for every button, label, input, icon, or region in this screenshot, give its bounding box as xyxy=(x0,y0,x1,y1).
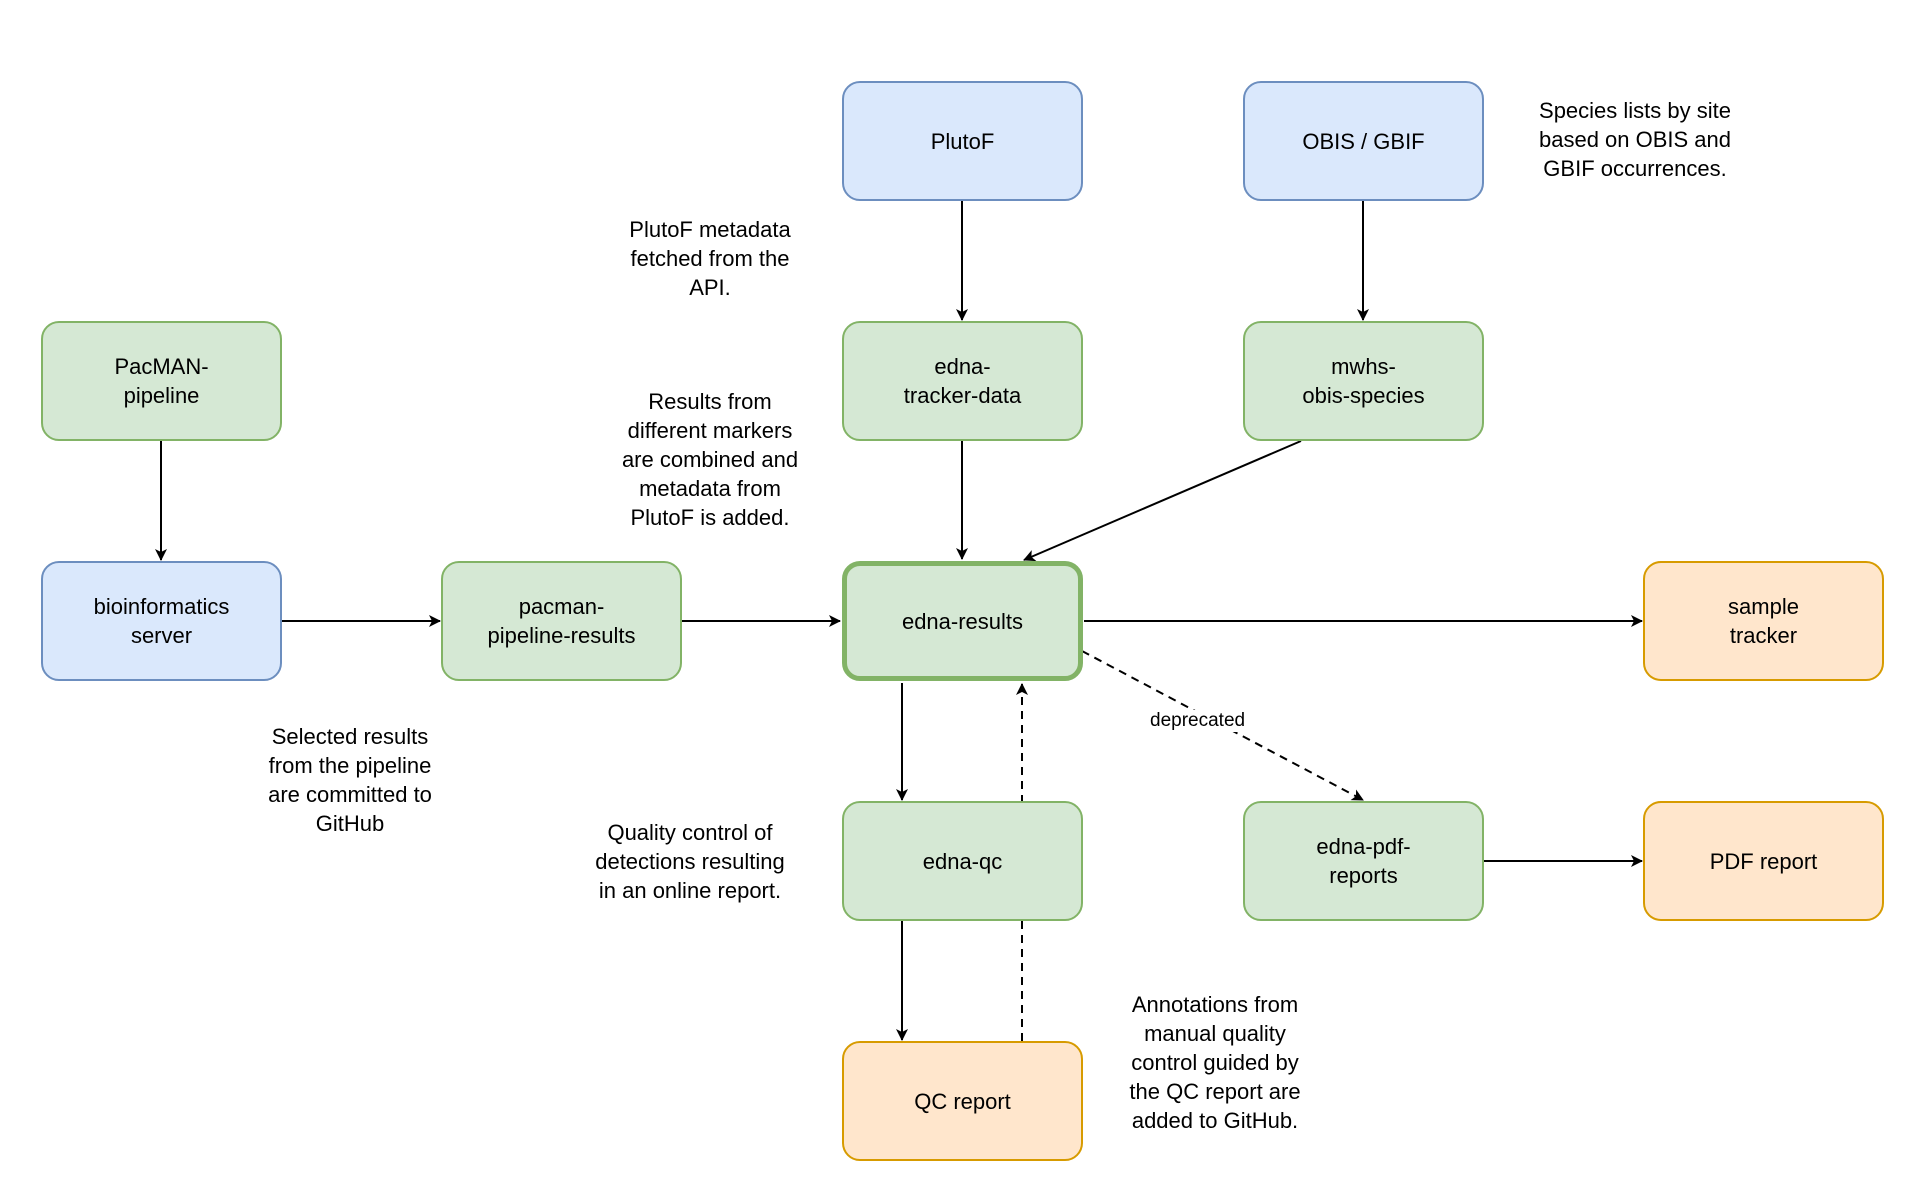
node-edna-tracker-data[interactable]: edna- tracker-data xyxy=(842,321,1083,441)
node-label: edna-qc xyxy=(922,848,1003,874)
node-pacman-pipeline-results[interactable]: pacman- pipeline-results xyxy=(441,561,682,681)
note-quality-control: Quality control of detections resulting … xyxy=(595,820,785,903)
node-edna-pdf-reports[interactable]: edna-pdf- reports xyxy=(1243,801,1484,921)
node-label: PlutoF xyxy=(930,128,995,154)
node-label: sample tracker xyxy=(1728,594,1799,648)
node-mwhs-obis-species[interactable]: mwhs- obis-species xyxy=(1243,321,1484,441)
node-label: PacMAN- pipeline xyxy=(114,354,209,408)
node-edna-results[interactable]: edna-results xyxy=(842,561,1083,681)
node-label: edna-results xyxy=(901,608,1024,634)
node-label: edna-pdf- reports xyxy=(1316,834,1411,888)
node-label: QC report xyxy=(914,1088,1011,1114)
note-species-lists: Species lists by site based on OBIS and … xyxy=(1538,98,1732,181)
node-sample-tracker[interactable]: sample tracker xyxy=(1643,561,1884,681)
node-pdf-report[interactable]: PDF report xyxy=(1643,801,1884,921)
node-pacman-pipeline[interactable]: PacMAN- pipeline xyxy=(41,321,282,441)
note-selected-results: Selected results from the pipeline are c… xyxy=(268,724,432,836)
node-label: mwhs- obis-species xyxy=(1302,354,1425,408)
node-label: bioinformatics server xyxy=(93,594,230,648)
node-bioinformatics-server[interactable]: bioinformatics server xyxy=(41,561,282,681)
node-label: PDF report xyxy=(1709,848,1818,874)
edge-label-deprecated: deprecated xyxy=(1148,710,1248,732)
edge-mwhs-obis-species-to-edna-results xyxy=(1023,440,1302,562)
node-label: OBIS / GBIF xyxy=(1302,128,1425,154)
note-annotations: Annotations from manual quality control … xyxy=(1129,992,1301,1133)
node-plutof[interactable]: PlutoF xyxy=(842,81,1083,201)
node-edna-qc[interactable]: edna-qc xyxy=(842,801,1083,921)
node-label: pacman- pipeline-results xyxy=(487,594,636,648)
node-obis-gbif[interactable]: OBIS / GBIF xyxy=(1243,81,1484,201)
node-qc-report[interactable]: QC report xyxy=(842,1041,1083,1161)
note-results-combined: Results from different markers are combi… xyxy=(621,389,799,530)
node-label: edna- tracker-data xyxy=(903,354,1022,408)
note-plutof-metadata: PlutoF metadata fetched from the API. xyxy=(629,217,791,300)
